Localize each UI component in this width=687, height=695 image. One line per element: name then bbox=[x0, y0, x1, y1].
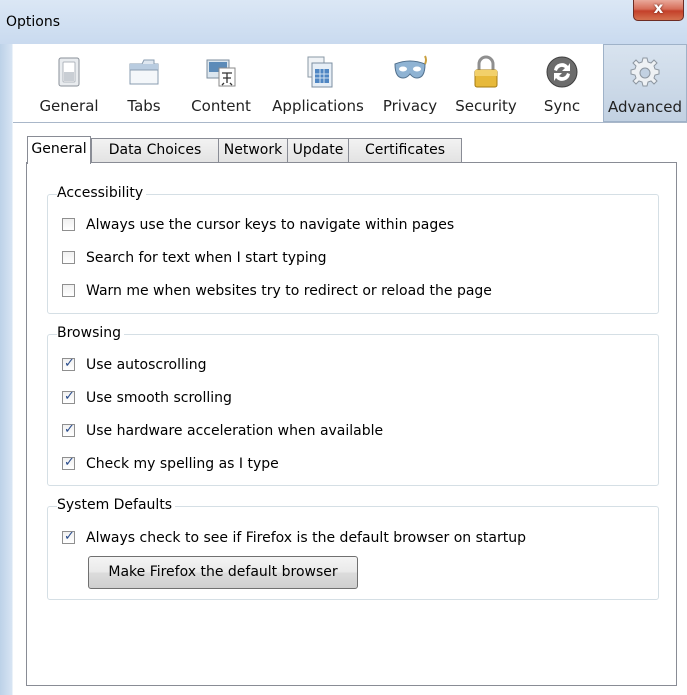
checkmark-icon: ✓ bbox=[64, 529, 75, 544]
title-bar: Options x bbox=[0, 0, 687, 44]
toolbar-privacy[interactable]: Privacy bbox=[378, 44, 442, 122]
checkbox-label: Use hardware acceleration when available bbox=[86, 423, 384, 439]
checkbox[interactable]: ✓ bbox=[62, 455, 75, 470]
options-window: Options x General Tabs Content Applicati… bbox=[0, 0, 687, 695]
checkbox[interactable]: ✓ bbox=[62, 529, 75, 544]
toolbar-content-label: Content bbox=[191, 97, 251, 115]
checkbox-label: Use smooth scrolling bbox=[86, 390, 232, 406]
tab-general[interactable]: General bbox=[27, 136, 91, 164]
toolbar-security-label: Security bbox=[455, 97, 517, 115]
window-title: Options bbox=[6, 14, 61, 30]
system-defaults-group-title: System Defaults bbox=[57, 497, 176, 513]
toolbar-security[interactable]: Security bbox=[453, 44, 519, 122]
toolbar-privacy-label: Privacy bbox=[382, 97, 438, 115]
toolbar-sync-label: Sync bbox=[543, 97, 581, 115]
toolbar-advanced[interactable]: Advanced bbox=[603, 44, 687, 122]
gear-icon bbox=[630, 57, 660, 87]
mask-icon bbox=[394, 55, 427, 79]
make-default-browser-button[interactable]: Make Firefox the default browser bbox=[88, 556, 358, 589]
toolbar-sync[interactable]: Sync bbox=[531, 44, 593, 122]
switch-icon bbox=[58, 57, 80, 87]
checkmark-icon: ✓ bbox=[64, 455, 75, 470]
checkbox[interactable]: ✓ bbox=[62, 356, 75, 371]
toolbar-applications[interactable]: Applications bbox=[266, 44, 370, 122]
checkbox[interactable]: ✓ bbox=[62, 422, 75, 437]
toolbar-tabs[interactable]: Tabs bbox=[116, 44, 172, 122]
tab-network[interactable]: Network bbox=[218, 138, 288, 162]
browsing-group-title: Browsing bbox=[57, 325, 125, 341]
toolbar-advanced-label: Advanced bbox=[607, 98, 683, 116]
checkbox-label: Check my spelling as I type bbox=[86, 456, 279, 472]
checkbox-label: Use autoscrolling bbox=[86, 357, 207, 373]
applications-icon bbox=[307, 56, 333, 88]
checkbox[interactable] bbox=[62, 284, 75, 297]
close-button[interactable]: x bbox=[633, 0, 684, 21]
checkbox[interactable] bbox=[62, 218, 75, 231]
padlock-icon bbox=[474, 55, 498, 88]
toolbar-applications-label: Applications bbox=[272, 97, 364, 115]
checkmark-icon: ✓ bbox=[64, 422, 75, 437]
content-icon bbox=[206, 59, 236, 87]
tabs-icon bbox=[129, 59, 159, 85]
accessibility-group-title: Accessibility bbox=[57, 185, 147, 201]
toolbar-content[interactable]: Content bbox=[183, 44, 259, 122]
toolbar-general-label: General bbox=[39, 97, 99, 115]
checkmark-icon: ✓ bbox=[64, 356, 75, 371]
checkbox-label: Warn me when websites try to redirect or… bbox=[86, 283, 492, 299]
close-icon: x bbox=[653, 0, 664, 17]
toolbar-tabs-label: Tabs bbox=[127, 97, 161, 115]
checkmark-icon: ✓ bbox=[64, 389, 75, 404]
checkbox-label: Always check to see if Firefox is the de… bbox=[86, 530, 526, 546]
tab-data-choices[interactable]: Data Choices bbox=[91, 138, 219, 162]
checkbox-label: Always use the cursor keys to navigate w… bbox=[86, 217, 455, 233]
tab-certificates[interactable]: Certificates bbox=[348, 138, 462, 162]
checkbox[interactable] bbox=[62, 251, 75, 264]
toolbar-general[interactable]: General bbox=[37, 44, 101, 122]
preferences-toolbar: General Tabs Content Applications Privac… bbox=[13, 44, 687, 123]
sync-icon bbox=[546, 56, 578, 88]
checkbox[interactable]: ✓ bbox=[62, 389, 75, 404]
checkbox-label: Search for text when I start typing bbox=[86, 250, 327, 266]
tab-update[interactable]: Update bbox=[287, 138, 349, 162]
